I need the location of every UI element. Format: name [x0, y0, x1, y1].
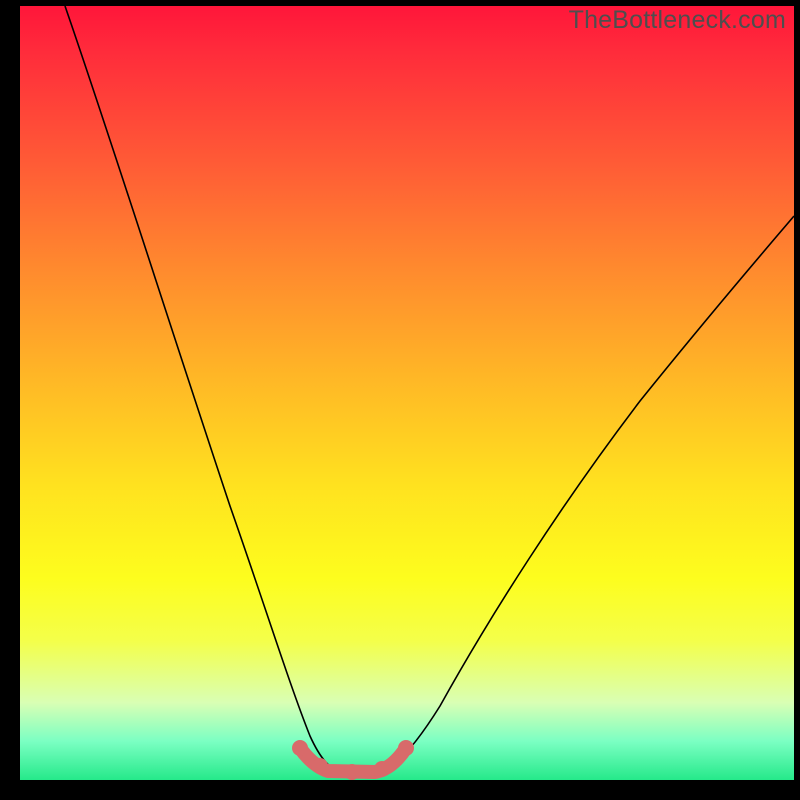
highlight-dot-mid: [344, 764, 360, 780]
highlight-dot-4: [374, 761, 390, 777]
highlight-dot-right: [398, 740, 414, 756]
watermark-text: TheBottleneck.com: [569, 6, 786, 35]
bottleneck-curve: [65, 6, 794, 772]
curve-layer: [20, 6, 794, 780]
highlight-dot-left: [292, 740, 308, 756]
highlight-dot-2: [312, 758, 328, 774]
plot-area: [20, 6, 794, 780]
chart-frame: TheBottleneck.com: [0, 0, 800, 800]
